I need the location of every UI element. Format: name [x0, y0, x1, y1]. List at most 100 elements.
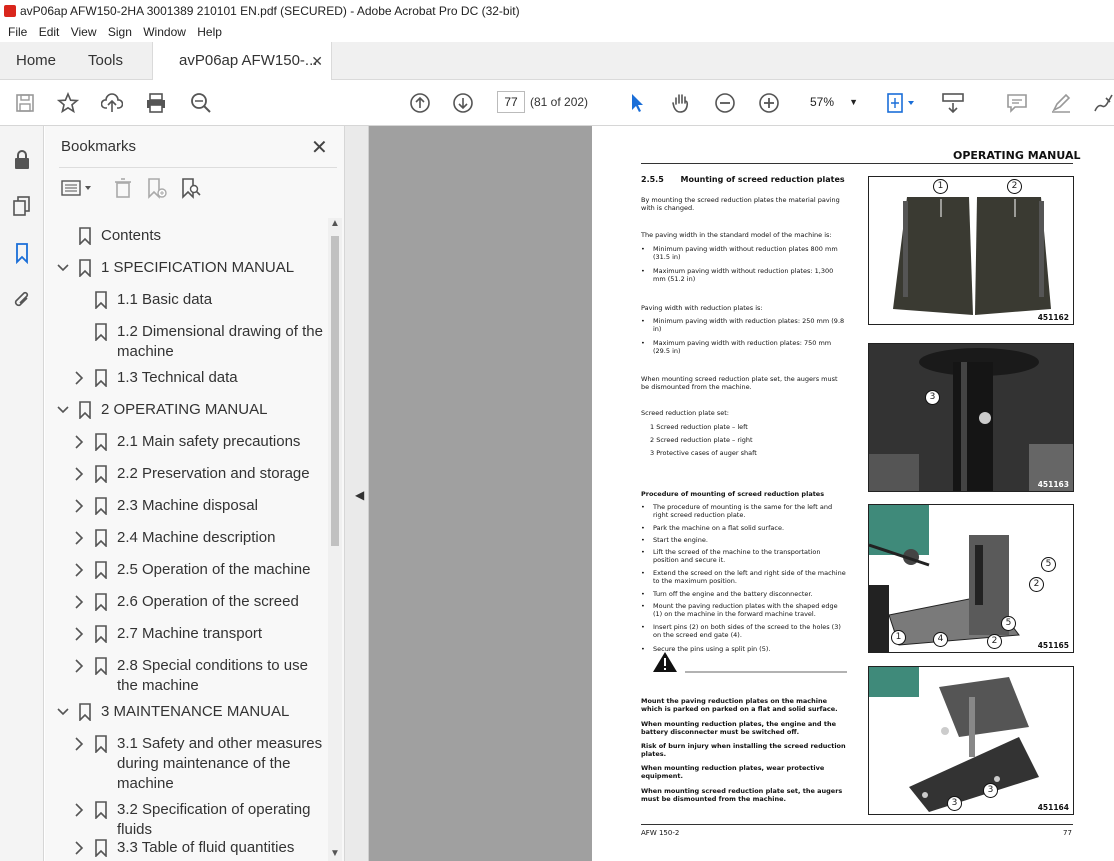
tab-document[interactable]: avP06ap AFW150-... ✕ [152, 42, 332, 81]
bookmark-label: 3.3 Table of fluid quantities [117, 839, 295, 856]
bookmark-star-icon[interactable] [55, 90, 81, 116]
close-tab-icon[interactable]: ✕ [311, 42, 323, 80]
bookmark-item[interactable]: 1 SPECIFICATION MANUAL [45, 258, 327, 278]
bookmark-item[interactable]: 2.8 Special conditions to use the machin… [45, 656, 327, 696]
section-heading: 2.5.5 Mounting of screed reduction plate… [641, 175, 845, 184]
upload-cloud-icon[interactable] [99, 90, 125, 116]
select-cursor-icon[interactable] [624, 90, 650, 116]
menu-help[interactable]: Help [197, 25, 222, 39]
zoom-in-icon[interactable] [756, 90, 782, 116]
attachments-paperclip-icon[interactable] [10, 288, 34, 312]
document-canvas-background [345, 126, 592, 861]
menu-sign[interactable]: Sign [108, 25, 132, 39]
list-item: • Minimum paving width with reduction pla… [641, 317, 847, 337]
pages-thumbnails-icon[interactable] [10, 194, 34, 218]
chevron-right-icon[interactable] [73, 562, 85, 578]
figure-451163: 3 451163 [868, 343, 1074, 492]
new-bookmark-icon[interactable] [145, 176, 169, 200]
bookmark-label: 2.6 Operation of the screed [117, 593, 299, 610]
zoom-search-icon[interactable] [188, 90, 214, 116]
procedure-step: Mount the paving reduction plates with t… [653, 602, 838, 618]
bookmarks-scrollbar[interactable]: ▲ ▼ [328, 218, 342, 861]
procedure-step: The procedure of mounting is the same fo… [653, 503, 833, 519]
chevron-right-icon[interactable] [73, 466, 85, 482]
comment-icon[interactable] [1004, 90, 1030, 116]
bookmark-item[interactable]: 1.1 Basic data [45, 290, 327, 310]
chevron-right-icon[interactable] [73, 802, 85, 818]
bookmark-item[interactable]: 2.4 Machine description [45, 528, 327, 548]
bookmark-item[interactable]: 2.7 Machine transport [45, 624, 327, 644]
collapse-panel-icon[interactable]: ◀ [355, 488, 364, 502]
previous-page-icon[interactable] [407, 90, 433, 116]
chevron-right-icon[interactable] [73, 736, 85, 752]
bookmark-item[interactable]: 3.2 Specification of operating fluids [45, 800, 327, 840]
chevron-down-icon: ▼ [849, 97, 858, 107]
bookmark-item[interactable]: Contents [45, 226, 327, 246]
menu-file[interactable]: File [8, 25, 27, 39]
bookmark-label: 1.3 Technical data [117, 369, 238, 386]
bookmark-label: 2.4 Machine description [117, 529, 276, 546]
chevron-right-icon[interactable] [73, 594, 85, 610]
tab-home[interactable]: Home [16, 42, 56, 80]
bookmarks-tree: Contents 1 SPECIFICATION MANUAL 1.1 Basic … [45, 218, 327, 861]
tab-tools[interactable]: Tools [88, 42, 123, 80]
sign-pen-icon[interactable] [1090, 90, 1114, 116]
chevron-down-icon[interactable] [57, 402, 69, 418]
bookmark-item[interactable]: 2.2 Preservation and storage [45, 464, 327, 484]
chevron-right-icon[interactable] [73, 434, 85, 450]
bookmark-item[interactable]: 2.6 Operation of the screed [45, 592, 327, 612]
menu-edit[interactable]: Edit [39, 25, 60, 39]
bookmark-item[interactable]: 1.2 Dimensional drawing of the machine [45, 322, 327, 362]
chevron-right-icon[interactable] [73, 626, 85, 642]
bookmark-flag-icon [79, 259, 91, 278]
bookmark-item[interactable]: 2 OPERATING MANUAL [45, 400, 327, 420]
scroll-down-icon[interactable]: ▼ [330, 848, 340, 859]
bookmark-flag-icon [79, 703, 91, 722]
page-number-input[interactable]: 77 [497, 91, 525, 113]
zoom-out-icon[interactable] [712, 90, 738, 116]
bookmark-options-icon[interactable] [59, 176, 95, 200]
figure-id: 451165 [1037, 641, 1069, 650]
chevron-right-icon[interactable] [73, 530, 85, 546]
delete-bookmark-icon[interactable] [111, 176, 135, 200]
header-rule [641, 163, 1073, 164]
chevron-right-icon[interactable] [73, 370, 85, 386]
chevron-down-icon[interactable] [57, 704, 69, 720]
bookmark-item[interactable]: 1.3 Technical data [45, 368, 327, 388]
chevron-right-icon[interactable] [73, 498, 85, 514]
bookmark-flag-icon [95, 291, 107, 310]
close-panel-icon[interactable]: ✕ [311, 135, 328, 160]
print-icon[interactable] [143, 90, 169, 116]
bookmark-item[interactable]: 2.3 Machine disposal [45, 496, 327, 516]
highlight-pen-icon[interactable] [1048, 90, 1074, 116]
bookmark-item[interactable]: 2.5 Operation of the machine [45, 560, 327, 580]
bookmark-label: 1 SPECIFICATION MANUAL [101, 259, 295, 276]
bookmark-item[interactable]: 2.1 Main safety precautions [45, 432, 327, 452]
scroll-up-icon[interactable]: ▲ [330, 218, 340, 229]
scroll-mode-icon[interactable] [940, 90, 966, 116]
scrollbar-thumb[interactable] [331, 236, 339, 546]
bookmark-item[interactable]: 3.3 Table of fluid quantities [45, 838, 327, 858]
warning-icon [653, 652, 677, 672]
bookmark-item[interactable]: 3.1 Safety and other measures during mai… [45, 734, 327, 794]
menu-window[interactable]: Window [143, 25, 186, 39]
zoom-level-select[interactable]: 57% ▼ [800, 91, 862, 113]
chevron-right-icon[interactable] [73, 658, 85, 674]
next-page-icon[interactable] [450, 90, 476, 116]
save-icon[interactable] [12, 90, 38, 116]
bookmark-flag-icon [95, 801, 107, 820]
hand-tool-icon[interactable] [668, 90, 694, 116]
bookmark-flag-icon [79, 401, 91, 420]
chevron-right-icon[interactable] [73, 840, 85, 856]
bookmarks-panel-icon[interactable] [10, 241, 34, 265]
bookmark-flag-icon [95, 839, 107, 858]
menu-view[interactable]: View [71, 25, 97, 39]
find-bookmark-icon[interactable] [179, 176, 203, 200]
bookmark-flag-icon [95, 497, 107, 516]
procedure-title: Procedure of mounting of screed reductio… [641, 490, 825, 498]
procedure-step: Park the machine on a flat solid surface… [653, 524, 785, 532]
fit-page-icon[interactable] [884, 90, 918, 116]
chevron-down-icon[interactable] [57, 260, 69, 276]
lock-icon[interactable] [10, 148, 34, 172]
bookmark-item[interactable]: 3 MAINTENANCE MANUAL [45, 702, 327, 722]
